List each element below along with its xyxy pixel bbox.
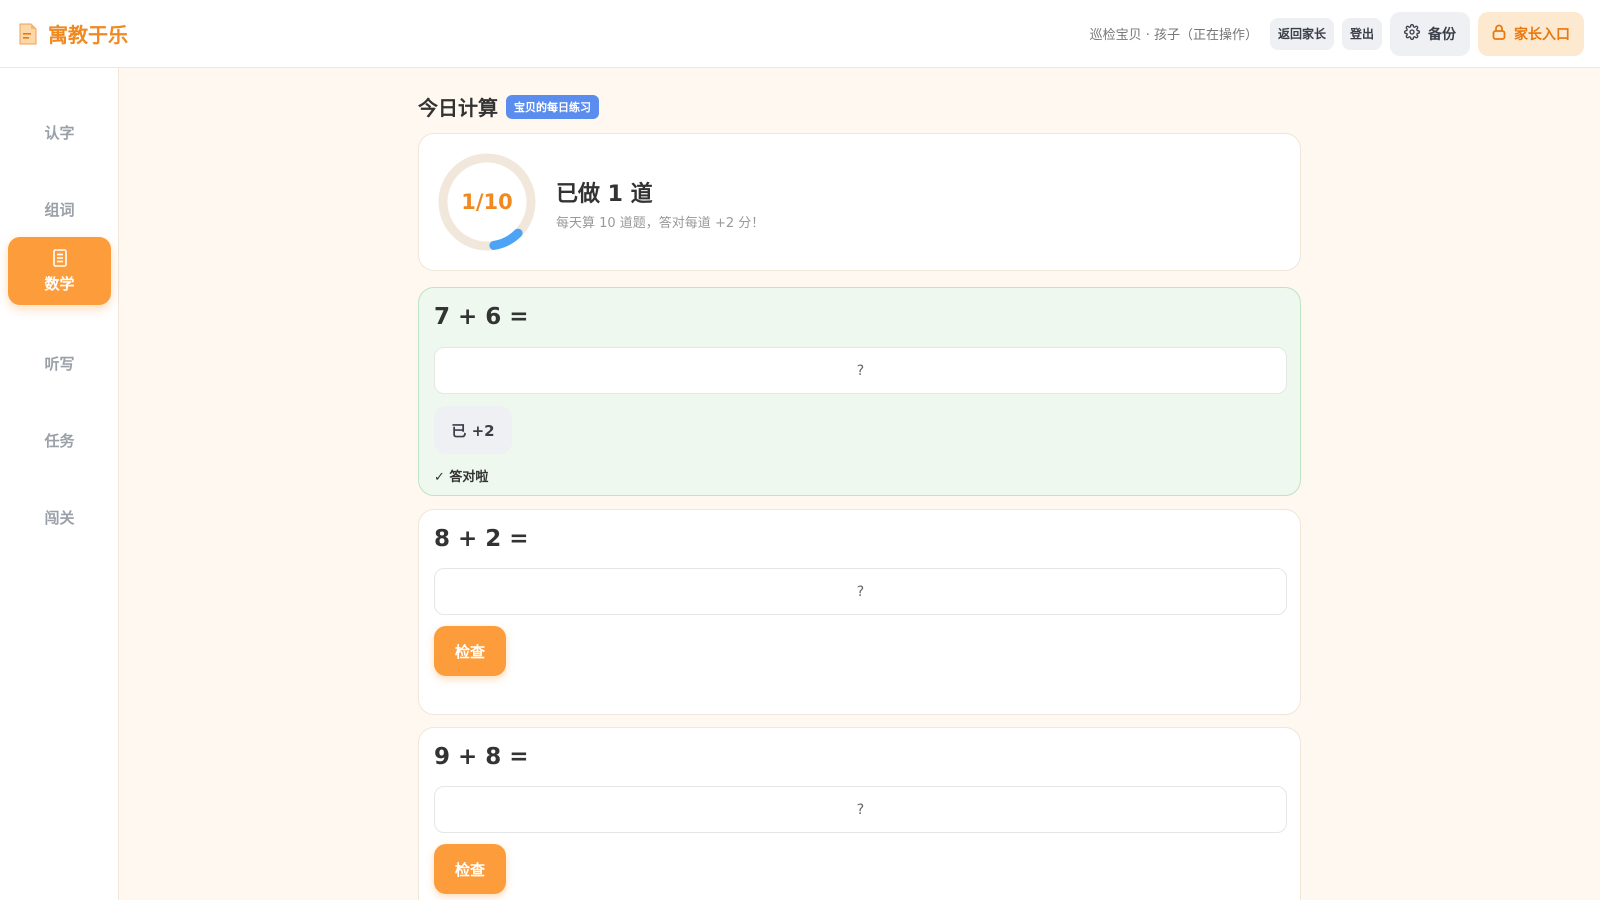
- result-text: ✓ 答对啦: [434, 470, 489, 485]
- document-icon: [18, 23, 38, 45]
- answer-input[interactable]: ?: [434, 568, 1287, 615]
- sidebar-item-label: 闯关: [44, 508, 75, 527]
- progress-title: 已做 1 道: [556, 182, 653, 207]
- answer-input[interactable]: ?: [434, 347, 1287, 394]
- question-text: 9 + 8 =: [434, 744, 529, 770]
- progress-subtitle: 每天算 10 道题，答对每道 +2 分！: [556, 216, 765, 231]
- check-button[interactable]: 检查: [434, 844, 506, 894]
- lock-icon: [1492, 24, 1506, 44]
- brand-name: 寓教于乐: [48, 23, 128, 47]
- parent-entry-button[interactable]: 家长入口: [1478, 11, 1584, 56]
- sidebar-item-label: 组词: [44, 200, 75, 219]
- sidebar-item-label: 任务: [44, 431, 75, 450]
- answer-input[interactable]: ?: [434, 786, 1287, 833]
- sidebar-item-label: 认字: [44, 123, 75, 142]
- question-card: 9 + 8 = ? 检查: [418, 727, 1301, 900]
- page-title: 今日计算: [418, 96, 498, 120]
- gear-icon: [1404, 23, 1420, 44]
- sidebar-item-levels[interactable]: 闯关: [8, 483, 111, 551]
- sidebar-item-tasks[interactable]: 任务: [8, 406, 111, 474]
- question-card: 7 + 6 = ? 已 +2 ✓ 答对啦: [418, 287, 1301, 496]
- top-header: 寓教于乐 巡检宝贝 · 孩子（正在操作） 返回家长 登出 备份 家长入口: [0, 0, 1600, 68]
- document-icon: [52, 248, 67, 267]
- sidebar-item-dictation[interactable]: 听写: [8, 329, 111, 397]
- sidebar-item-math[interactable]: 数学: [8, 237, 111, 305]
- sidebar-item-label: 听写: [44, 354, 75, 373]
- logout-button[interactable]: 登出: [1341, 17, 1382, 50]
- sidebar-item-label: 数学: [44, 274, 75, 293]
- user-info: 巡检宝贝 · 孩子（正在操作）: [1089, 28, 1258, 43]
- question-text: 7 + 6 =: [434, 304, 529, 330]
- parent-entry-label: 家长入口: [1514, 26, 1570, 43]
- daily-practice-badge: 宝贝的每日练习: [506, 94, 599, 119]
- page-title-row: 今日计算 宝贝的每日练习: [418, 92, 599, 121]
- sidebar: 认字 组词 数学 听写 任务 闯关: [0, 68, 119, 900]
- backup-button[interactable]: 备份: [1390, 11, 1470, 56]
- question-text: 8 + 2 =: [434, 526, 529, 552]
- back-to-parent-button[interactable]: 返回家长: [1269, 17, 1334, 50]
- answered-button: 已 +2: [434, 406, 512, 454]
- progress-count: 1/10: [461, 190, 513, 214]
- question-card: 8 + 2 = ? 检查: [418, 509, 1301, 715]
- brand[interactable]: 寓教于乐: [18, 19, 128, 48]
- progress-card: 1/10 已做 1 道 每天算 10 道题，答对每道 +2 分！: [418, 133, 1301, 271]
- sidebar-item-characters[interactable]: 认字: [8, 98, 111, 166]
- sidebar-item-words[interactable]: 组词: [8, 175, 111, 243]
- backup-label: 备份: [1428, 26, 1456, 43]
- check-button[interactable]: 检查: [434, 626, 506, 676]
